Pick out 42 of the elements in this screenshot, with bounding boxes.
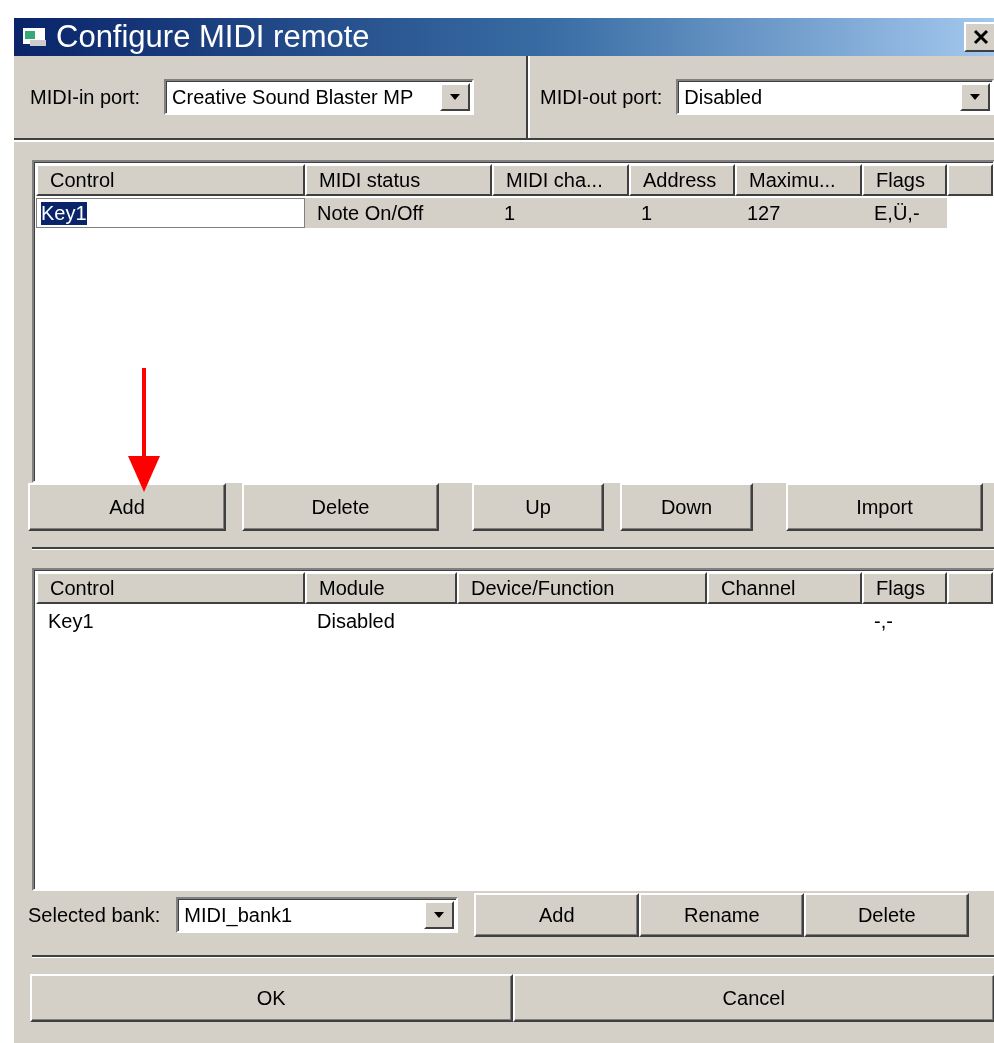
- column-header[interactable]: Device/Function: [457, 572, 707, 604]
- list-button[interactable]: Import: [786, 483, 983, 531]
- list-button[interactable]: Delete: [242, 483, 439, 531]
- midi-in-port-dropdown[interactable]: Creative Sound Blaster MP: [164, 79, 475, 115]
- column-header[interactable]: Address: [629, 164, 735, 196]
- table-cell: E,Ü,-: [862, 198, 947, 228]
- column-header[interactable]: Flags: [862, 572, 947, 604]
- table-row[interactable]: Key1 Note On/Off 1 1 127 E,Ü,-: [36, 198, 993, 228]
- column-header[interactable]: Control: [36, 164, 305, 196]
- list-button[interactable]: Down: [620, 483, 753, 531]
- window-title: Configure MIDI remote: [56, 19, 371, 55]
- list-button[interactable]: Add: [28, 483, 226, 531]
- table-row[interactable]: Key1 Disabled -,-: [36, 606, 993, 636]
- column-header[interactable]: MIDI cha...: [492, 164, 629, 196]
- table-cell: Note On/Off: [305, 198, 492, 228]
- midi-out-port-dropdown[interactable]: Disabled: [676, 79, 994, 115]
- close-icon: [972, 28, 990, 46]
- bank-dropdown[interactable]: MIDI_bank1: [176, 897, 459, 933]
- column-header[interactable]: Flags: [862, 164, 947, 196]
- table-cell-text: Key1: [47, 608, 95, 634]
- bank-button[interactable]: Rename: [639, 893, 805, 937]
- bank-button[interactable]: Delete: [804, 893, 970, 937]
- table-cell: 1: [629, 198, 735, 228]
- table-cell-text: Disabled: [316, 608, 396, 634]
- table-cell: 1: [492, 198, 629, 228]
- column-header[interactable]: Channel: [707, 572, 862, 604]
- column-header[interactable]: Module: [305, 572, 457, 604]
- edit-field[interactable]: Key1: [36, 198, 305, 228]
- table-cell: 127: [735, 198, 862, 228]
- ok-button[interactable]: OK: [30, 974, 513, 1022]
- column-header[interactable]: MIDI status: [305, 164, 492, 196]
- field-label: MIDI-in port:: [30, 85, 141, 109]
- field-label: Selected bank:: [28, 903, 161, 927]
- column-header[interactable]: Control: [36, 572, 305, 604]
- field-label: MIDI-out port:: [540, 85, 663, 109]
- bank-button[interactable]: Add: [474, 893, 640, 937]
- list-button[interactable]: Up: [472, 483, 604, 531]
- close-button[interactable]: [964, 22, 994, 52]
- column-header[interactable]: Maximu...: [735, 164, 862, 196]
- cancel-button[interactable]: Cancel: [512, 974, 994, 1022]
- table-cell-text: -,-: [873, 608, 894, 634]
- window-icon: [22, 26, 48, 48]
